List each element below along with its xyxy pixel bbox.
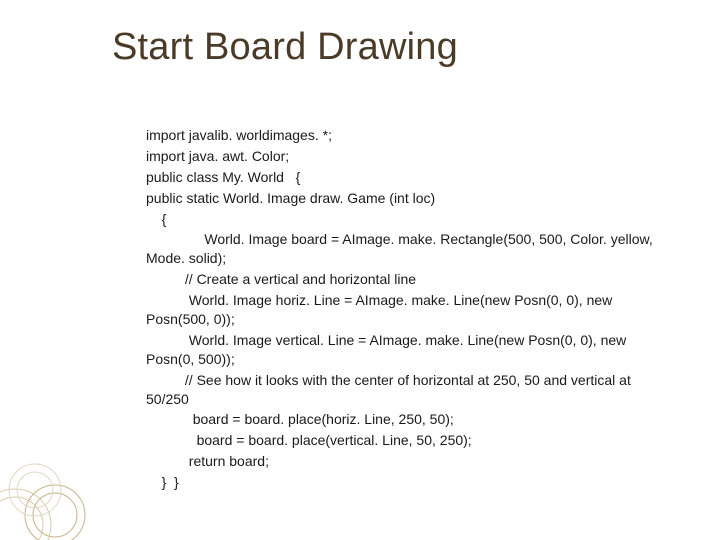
- code-line: } }: [146, 473, 676, 492]
- code-line: board = board. place(horiz. Line, 250, 5…: [146, 410, 676, 429]
- code-line: {: [146, 210, 676, 229]
- code-line: public static World. Image draw. Game (i…: [146, 189, 676, 208]
- code-line: World. Image board = AImage. make. Recta…: [146, 230, 676, 268]
- code-block: import javalib. worldimages. *; import j…: [146, 126, 676, 494]
- code-line: // See how it looks with the center of h…: [146, 371, 676, 409]
- code-line: import javalib. worldimages. *;: [146, 126, 676, 145]
- code-line: board = board. place(vertical. Line, 50,…: [146, 431, 676, 450]
- slide: Start Board Drawing import javalib. worl…: [0, 0, 720, 540]
- code-line: import java. awt. Color;: [146, 147, 676, 166]
- code-line: public class My. World {: [146, 168, 676, 187]
- code-line: World. Image horiz. Line = AImage. make.…: [146, 291, 676, 329]
- code-line: return board;: [146, 452, 676, 471]
- code-line: // Create a vertical and horizontal line: [146, 270, 676, 289]
- corner-decoration-icon: [0, 430, 120, 540]
- code-line: World. Image vertical. Line = AImage. ma…: [146, 331, 676, 369]
- slide-title: Start Board Drawing: [112, 26, 458, 69]
